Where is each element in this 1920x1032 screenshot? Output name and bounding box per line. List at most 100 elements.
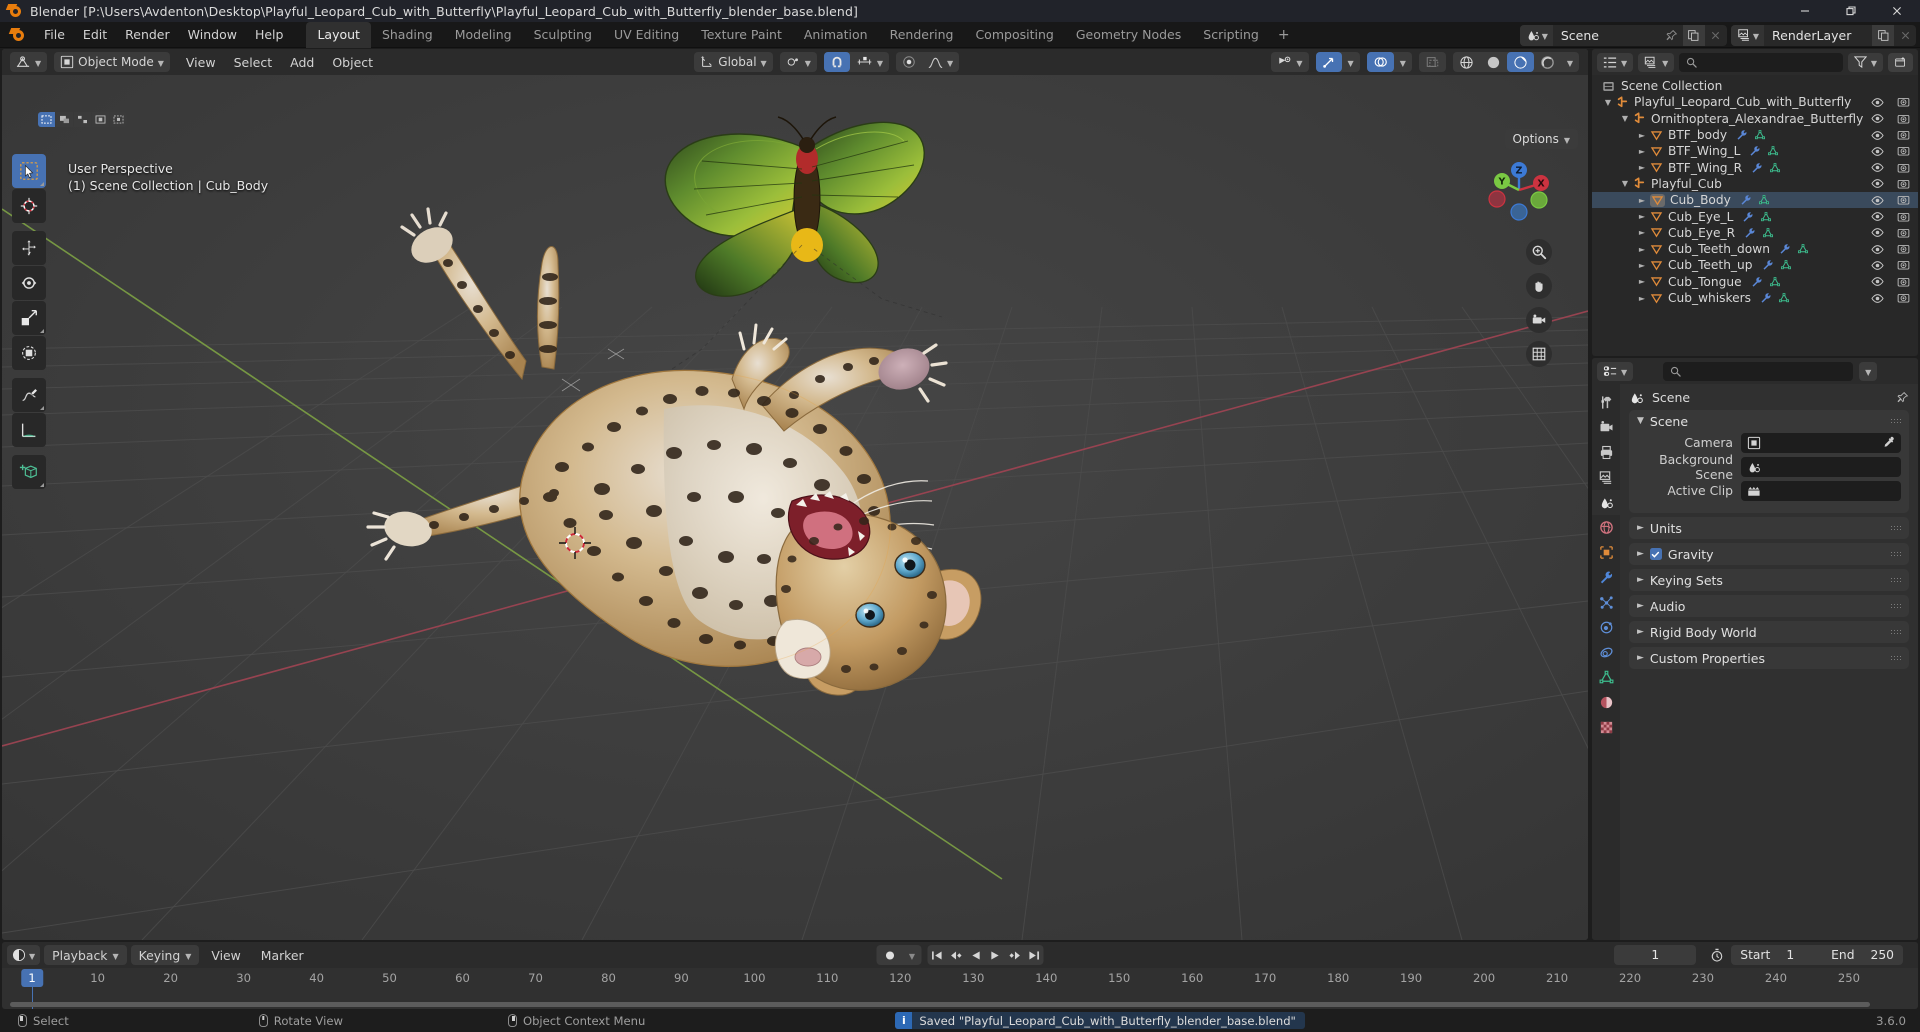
toggle-orthographic-button[interactable] (1526, 341, 1552, 367)
viewport-options-button[interactable]: Options ▼ (1504, 129, 1578, 149)
outliner-editor-type-selector[interactable]: ▼ (1597, 52, 1634, 72)
menu-render[interactable]: Render (116, 25, 179, 44)
hide-in-viewport-icon[interactable] (1871, 244, 1884, 255)
hide-in-viewport-icon[interactable] (1871, 130, 1884, 141)
select-mode-extend[interactable] (56, 112, 73, 127)
gizmo-options-button[interactable]: ▼ (1342, 52, 1360, 72)
pivot-point-selector[interactable]: ▼ (779, 52, 817, 72)
outliner-row[interactable]: ► Cub_Body (1592, 192, 1918, 209)
end-frame-value[interactable]: 250 (1871, 948, 1894, 962)
timeline-playhead[interactable]: 1 (21, 969, 43, 987)
panel-enable-checkbox[interactable] (1649, 548, 1662, 560)
outliner-row[interactable]: ▼ Ornithoptera_Alexandrae_Butterfly (1592, 111, 1918, 127)
shading-solid-button[interactable] (1480, 52, 1507, 72)
hide-in-viewport-icon[interactable] (1871, 146, 1884, 157)
workspace-tab-rendering[interactable]: Rendering (879, 22, 965, 48)
workspace-tab-scripting[interactable]: Scripting (1192, 22, 1270, 48)
new-viewlayer-button[interactable] (1872, 24, 1894, 46)
camera-view-button[interactable] (1526, 307, 1552, 333)
disable-in-renders-icon[interactable] (1897, 129, 1910, 141)
workspace-tab-animation[interactable]: Animation (793, 22, 879, 48)
xray-toggle[interactable] (1418, 52, 1446, 72)
playback-transport[interactable] (927, 945, 1044, 965)
minimize-button[interactable] (1782, 0, 1828, 22)
panel-header[interactable]: ► Custom Properties (1629, 647, 1909, 669)
workspace-tab-shading[interactable]: Shading (371, 22, 444, 48)
shading-wireframe-button[interactable] (1453, 52, 1480, 72)
pin-properties-icon[interactable] (1896, 391, 1909, 404)
chevron-down-icon[interactable]: ▼ (1619, 179, 1631, 188)
properties-tab-view-layer[interactable] (1592, 465, 1620, 490)
shading-options-button[interactable]: ▼ (1561, 52, 1579, 72)
properties-tab-material[interactable] (1592, 690, 1620, 715)
chevron-right-icon[interactable]: ► (1636, 245, 1648, 254)
eyedropper-icon[interactable] (1882, 436, 1895, 449)
hide-in-viewport-icon[interactable] (1871, 97, 1884, 108)
hide-in-viewport-icon[interactable] (1871, 211, 1884, 222)
chevron-down-icon[interactable]: ▼ (1602, 98, 1614, 107)
viewport-menu-add[interactable]: Add (281, 53, 323, 72)
overlay-options-button[interactable]: ▼ (1394, 52, 1412, 72)
outliner-row[interactable]: ► Cub_Eye_R (1592, 225, 1918, 241)
maximize-button[interactable] (1828, 0, 1874, 22)
workspace-tab-texture-paint[interactable]: Texture Paint (690, 22, 793, 48)
panel-header[interactable]: ► Keying Sets (1629, 569, 1909, 591)
previous-keyframe-button[interactable] (947, 945, 967, 965)
properties-tab-output[interactable] (1592, 440, 1620, 465)
scene-camera-field[interactable] (1741, 432, 1901, 453)
timeline-menu-marker[interactable]: Marker (253, 946, 312, 965)
tool-measure[interactable] (12, 413, 46, 447)
disable-in-renders-icon[interactable] (1897, 145, 1910, 157)
properties-search-input[interactable] (1663, 361, 1854, 381)
shading-material-preview-button[interactable] (1506, 52, 1534, 72)
hide-in-viewport-icon[interactable] (1871, 113, 1884, 124)
tool-add-cube[interactable] (12, 455, 46, 489)
select-mode-subtract[interactable] (74, 112, 91, 127)
outliner-row[interactable]: ► BTF_Wing_L (1592, 143, 1918, 159)
workspace-tab-compositing[interactable]: Compositing (964, 22, 1064, 48)
menu-edit[interactable]: Edit (74, 25, 116, 44)
outliner-row[interactable]: ► Cub_Eye_L (1592, 208, 1918, 224)
tool-cursor[interactable] (12, 189, 46, 223)
outliner-editor[interactable]: ▼ ▼ ▼ Scene Collection ▼ Playful_Leopard… (1592, 49, 1918, 356)
outliner-row[interactable]: ► Cub_Teeth_up (1592, 257, 1918, 273)
disable-in-renders-icon[interactable] (1897, 178, 1910, 190)
menu-help[interactable]: Help (246, 25, 293, 44)
chevron-right-icon[interactable]: ► (1636, 212, 1648, 221)
active-clip-field[interactable] (1741, 480, 1901, 501)
unlink-scene-button[interactable] (1705, 25, 1727, 46)
new-scene-button[interactable] (1682, 24, 1705, 46)
keying-popover[interactable]: Keying ▼ (130, 945, 200, 965)
pan-view-button[interactable] (1526, 273, 1552, 299)
snapping-controls[interactable]: ▼ (823, 52, 890, 72)
disable-in-renders-icon[interactable] (1897, 259, 1910, 271)
viewport-menu-object[interactable]: Object (323, 53, 382, 72)
auto-keying-toggle[interactable]: ▼ (876, 945, 922, 965)
proportional-edit-toggle[interactable] (896, 52, 922, 72)
chevron-right-icon[interactable]: ► (1636, 163, 1648, 172)
snap-toggle-button[interactable] (823, 52, 850, 72)
chevron-right-icon[interactable]: ► (1636, 294, 1648, 303)
disable-in-renders-icon[interactable] (1897, 96, 1910, 108)
chevron-right-icon[interactable]: ► (1636, 147, 1648, 156)
hide-in-viewport-icon[interactable] (1871, 293, 1884, 304)
snap-target-selector[interactable]: ▼ (850, 52, 889, 72)
tool-scale[interactable] (12, 301, 46, 335)
panel-header[interactable]: ► Rigid Body World (1629, 621, 1909, 643)
interaction-mode-selector[interactable]: Object Mode ▼ (54, 52, 170, 72)
start-frame-value[interactable]: 1 (1786, 948, 1794, 962)
pin-scene-icon[interactable] (1661, 25, 1683, 46)
hide-in-viewport-icon[interactable] (1871, 227, 1884, 238)
properties-tab-particles[interactable] (1592, 590, 1620, 615)
remove-viewlayer-button[interactable] (1894, 25, 1916, 46)
disable-in-renders-icon[interactable] (1897, 162, 1910, 174)
gizmo-toggle-button[interactable] (1315, 52, 1342, 72)
outliner-new-collection-button[interactable] (1888, 52, 1913, 72)
transform-orientation-selector[interactable]: Global ▼ (694, 52, 773, 72)
hide-in-viewport-icon[interactable] (1871, 162, 1884, 173)
select-mode-invert[interactable] (92, 112, 109, 127)
background-scene-field[interactable] (1741, 456, 1901, 477)
zoom-view-button[interactable] (1526, 239, 1552, 265)
properties-tab-render[interactable] (1592, 415, 1620, 440)
timeline-editor[interactable]: ▼ Playback ▼ Keying ▼ View Marker ▼ 1 St… (2, 942, 1918, 1009)
